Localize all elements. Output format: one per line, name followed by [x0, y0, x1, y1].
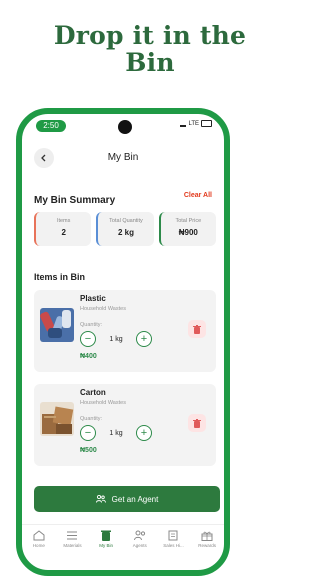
headline-line-1: Drop it in the [53, 21, 247, 50]
summary-card-price: Total Price ₦900 [158, 212, 216, 246]
quantity-value: 1 kg [109, 335, 123, 343]
tab-label: Rewards [198, 543, 216, 548]
status-bar: 2:50 LTE [22, 114, 224, 136]
tab-my-bin[interactable]: My Bin [92, 530, 120, 548]
bottom-tab-bar: Home Materials My Bin Agents Sales Hi...… [22, 524, 224, 560]
summary-card-value: 2 kg [117, 228, 134, 237]
tab-rewards[interactable]: Rewards [193, 530, 221, 548]
quantity-stepper: − 1 kg + [80, 424, 152, 442]
decrease-button[interactable]: − [80, 331, 96, 347]
trash-icon [193, 324, 201, 334]
tab-label: Home [32, 543, 45, 548]
tab-label: My Bin [99, 543, 114, 548]
summary-cards: Items 2 Total Quantity 2 kg Total Price … [34, 212, 216, 246]
list-icon [67, 531, 78, 540]
users-icon [133, 530, 145, 541]
summary-card-value: ₦900 [178, 228, 198, 237]
tab-label: Sales Hi... [163, 543, 184, 548]
clear-all-button[interactable]: Clear All [184, 192, 212, 199]
top-nav: My Bin [22, 144, 224, 172]
carton-boxes-photo [40, 402, 74, 436]
summary-card-items: Items 2 [34, 212, 92, 246]
receipt-icon [168, 530, 178, 541]
home-icon [33, 530, 45, 541]
headline-line-2: Bin [125, 48, 175, 77]
item-category: Household Wastes [80, 400, 126, 406]
delete-button[interactable] [188, 414, 206, 432]
item-name: Plastic [80, 294, 106, 303]
item-category: Household Wastes [80, 306, 126, 312]
quantity-label: Quantity: [80, 322, 103, 328]
tab-sales-history[interactable]: Sales Hi... [159, 530, 187, 548]
item-name: Carton [80, 388, 106, 397]
summary-header: My Bin Summary Clear All [34, 190, 212, 206]
summary-card-label: Items [56, 218, 71, 224]
bin-item: Plastic Household Wastes Quantity: − 1 k… [34, 290, 216, 372]
camera-notch [118, 120, 132, 134]
gift-icon [201, 531, 213, 541]
increase-button[interactable]: + [136, 331, 152, 347]
decrease-button[interactable]: − [80, 425, 96, 441]
page-title: My Bin [107, 152, 139, 163]
bin-item: Carton Household Wastes Quantity: − 1 kg… [34, 384, 216, 466]
signal-icon [180, 120, 187, 127]
items-section-title: Items in Bin [34, 272, 86, 282]
delete-button[interactable] [188, 320, 206, 338]
agent-icon [95, 495, 106, 503]
get-agent-button[interactable]: Get an Agent [34, 486, 220, 512]
quantity-label: Quantity: [80, 416, 103, 422]
battery-icon [201, 120, 212, 127]
increase-button[interactable]: + [136, 425, 152, 441]
summary-card-label: Total Price [175, 218, 202, 224]
item-price: ₦500 [80, 447, 97, 454]
headline: Drop it in the Bin [0, 22, 300, 76]
tab-home[interactable]: Home [25, 530, 53, 548]
tab-label: Agents [132, 543, 147, 548]
tab-agents[interactable]: Agents [126, 530, 154, 548]
summary-card-value: 2 [61, 228, 66, 237]
item-price: ₦400 [80, 353, 97, 360]
summary-card-label: Total Quantity [109, 218, 143, 224]
quantity-stepper: − 1 kg + [80, 330, 152, 348]
plastic-bottles-photo [40, 308, 74, 342]
tab-materials[interactable]: Materials [58, 530, 86, 548]
summary-title: My Bin Summary [34, 195, 116, 206]
summary-card-quantity: Total Quantity 2 kg [96, 212, 154, 246]
network-label: LTE [188, 120, 199, 127]
get-agent-label: Get an Agent [111, 494, 159, 504]
phone-frame: 2:50 LTE My Bin My Bin Summary Clear All… [16, 108, 230, 576]
status-indicators: LTE [180, 120, 212, 127]
bin-icon [101, 530, 112, 541]
tab-label: Materials [63, 543, 82, 548]
status-time: 2:50 [36, 120, 66, 132]
quantity-value: 1 kg [109, 429, 123, 437]
trash-icon [193, 418, 201, 428]
